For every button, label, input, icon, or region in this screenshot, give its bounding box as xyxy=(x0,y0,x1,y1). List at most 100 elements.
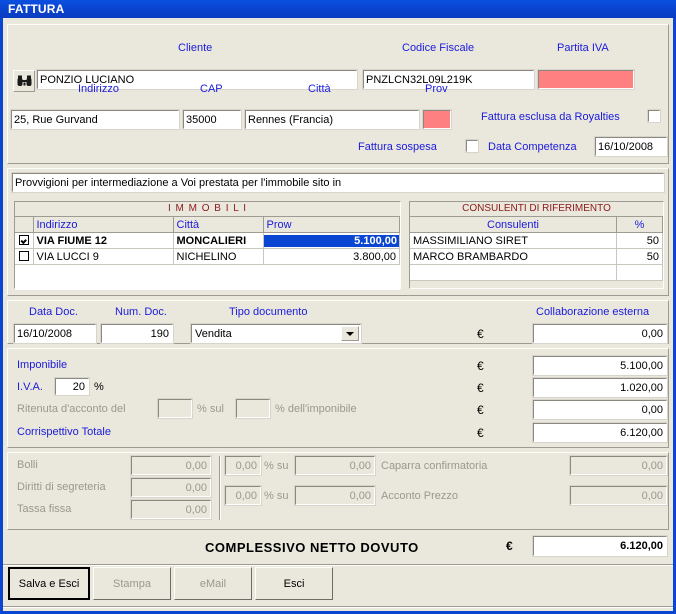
imponibile-currency: € xyxy=(477,359,484,373)
consulenti-grid-title: CONSULENTI DI RIFERIMENTO xyxy=(410,202,663,217)
immobili-cell-provv-selected: 5.100,00 xyxy=(263,234,399,247)
caparra-percent-input[interactable]: 0,00 xyxy=(224,455,262,476)
tipo-documento-select[interactable]: Vendita xyxy=(190,323,362,344)
ritenuta-label: Ritenuta d'acconto del xyxy=(17,403,126,415)
consulenti-cell-nome xyxy=(410,264,617,281)
num-doc-label: Num. Doc. xyxy=(115,306,167,318)
corrispettivo-currency: € xyxy=(477,426,484,440)
imponibile-value: 5.100,00 xyxy=(532,355,668,376)
acconto-label: Acconto Prezzo xyxy=(381,490,459,502)
print-button[interactable]: Stampa xyxy=(93,567,171,600)
bolli-label: Bolli xyxy=(17,459,38,471)
sospesa-label: Fattura sospesa xyxy=(358,141,437,153)
immobili-cell-indirizzo: VIA FIUME 12 xyxy=(33,232,174,249)
acconto-percent-input[interactable]: 0,00 xyxy=(224,485,262,506)
immobili-col-indirizzo: Indirizzo xyxy=(33,217,174,233)
consulenti-table: Consulenti % MASSIMILIANO SIRET 50 MARCO… xyxy=(410,217,663,281)
num-doc-input[interactable]: 190 xyxy=(100,323,174,344)
ritenuta-imponibile-label: % dell'imponibile xyxy=(275,403,357,415)
customer-search-button[interactable] xyxy=(13,70,35,92)
caparra-base-input[interactable]: 0,00 xyxy=(294,455,376,476)
indirizzo-label: Indirizzo xyxy=(78,83,119,95)
consulenti-cell-perc: 50 xyxy=(616,232,663,249)
exit-button[interactable]: Esci xyxy=(255,567,333,600)
ritenuta-rate-input[interactable] xyxy=(157,398,193,419)
prov-label: Prov xyxy=(425,83,448,95)
iva-rate-input[interactable]: 20 xyxy=(54,377,90,396)
binoculars-icon xyxy=(17,75,31,86)
collaborazione-currency: € xyxy=(477,327,484,341)
corrispettivo-value: 6.120,00 xyxy=(532,422,668,443)
immobili-cell-provv: 3.800,00 xyxy=(263,248,400,265)
immobili-col-provv: Prow xyxy=(263,217,400,233)
save-exit-button[interactable]: Salva e Esci xyxy=(8,567,90,600)
codice-fiscale-label: Codice Fiscale xyxy=(402,42,475,54)
partita-iva-input[interactable] xyxy=(537,69,635,90)
royalties-checkbox[interactable] xyxy=(647,109,661,123)
chevron-down-icon[interactable] xyxy=(341,326,359,341)
tassa-input[interactable]: 0,00 xyxy=(130,499,212,520)
consulenti-col-perc: % xyxy=(616,217,663,233)
immobili-row-checkbox[interactable] xyxy=(18,250,29,261)
acconto-su-label: % su xyxy=(264,490,289,502)
cliente-label: Cliente xyxy=(178,42,213,54)
table-row[interactable] xyxy=(410,264,663,281)
table-row[interactable]: VIA FIUME 12 MONCALIERI 5.100,00 xyxy=(15,232,400,249)
immobili-grid-title: I M M O B I L I xyxy=(15,202,400,217)
acconto-base-input[interactable]: 0,00 xyxy=(294,485,376,506)
save-exit-label: Salva e Esci xyxy=(18,577,80,590)
ritenuta-su-label: % sul xyxy=(197,403,224,415)
immobili-cell-indirizzo: VIA LUCCI 9 xyxy=(33,248,174,265)
consulenti-cell-nome: MASSIMILIANO SIRET xyxy=(410,232,617,249)
partita-iva-label: Partita IVA xyxy=(557,42,609,54)
grand-total-label: COMPLESSIVO NETTO DOVUTO xyxy=(205,540,419,555)
table-row[interactable]: MARCO BRAMBARDO 50 xyxy=(410,248,663,265)
consulenti-header-row: Consulenti % xyxy=(410,217,663,233)
iva-percent-sign: % xyxy=(94,381,104,393)
immobili-empty-row xyxy=(15,264,400,290)
grand-total-value: 6.120,00 xyxy=(532,535,668,557)
consulenti-cell-perc xyxy=(616,264,663,281)
immobili-cell-provv: 5.100,00 xyxy=(263,232,400,249)
tassa-label: Tassa fissa xyxy=(17,503,72,515)
acconto-value-input[interactable]: 0,00 xyxy=(569,485,668,506)
immobili-col-check xyxy=(15,217,34,233)
prov-input[interactable] xyxy=(422,109,452,130)
bolli-input[interactable]: 0,00 xyxy=(130,455,212,476)
exit-label: Esci xyxy=(283,577,305,590)
table-row[interactable]: VIA LUCCI 9 NICHELINO 3.800,00 xyxy=(15,248,400,265)
codice-fiscale-input[interactable]: PNZLCN32L09L219K xyxy=(362,69,535,90)
collaborazione-input[interactable]: 0,00 xyxy=(532,323,668,344)
data-doc-input[interactable]: 16/10/2008 xyxy=(13,323,97,344)
diritti-input[interactable]: 0,00 xyxy=(130,477,212,498)
corrispettivo-label: Corrispettivo Totale xyxy=(17,426,111,438)
citta-label: Città xyxy=(308,83,331,95)
description-input[interactable]: Provvigioni per intermediazione a Voi pr… xyxy=(11,172,665,193)
immobili-row-checkbox-cell[interactable] xyxy=(15,232,34,249)
immobili-header-row: Indirizzo Città Prow xyxy=(15,217,400,233)
ritenuta-base-input[interactable] xyxy=(235,398,271,419)
sospesa-checkbox[interactable] xyxy=(465,139,479,153)
window-client-area: Cliente PONZIO LUCIANO Codice Fiscale PN… xyxy=(3,18,673,611)
immobili-row-checkbox-cell[interactable] xyxy=(15,248,34,265)
caparra-value-input[interactable]: 0,00 xyxy=(569,455,668,476)
indirizzo-input[interactable]: 25, Rue Gurvand xyxy=(10,109,180,130)
cap-label: CAP xyxy=(200,83,223,95)
iva-value: 1.020,00 xyxy=(532,377,668,398)
immobili-row-checkbox[interactable] xyxy=(18,234,29,245)
email-label: eMail xyxy=(199,577,227,590)
consulenti-grid: CONSULENTI DI RIFERIMENTO Consulenti % M… xyxy=(409,201,664,289)
statusbar-divider-highlight xyxy=(3,607,673,608)
data-competenza-label: Data Competenza xyxy=(488,141,577,153)
cap-input[interactable]: 35000 xyxy=(182,109,242,130)
collaborazione-label: Collaborazione esterna xyxy=(536,306,650,318)
citta-input[interactable]: Rennes (Francia) xyxy=(244,109,420,130)
data-competenza-input[interactable]: 16/10/2008 xyxy=(594,136,668,157)
table-row[interactable]: MASSIMILIANO SIRET 50 xyxy=(410,232,663,249)
print-label: Stampa xyxy=(113,577,151,590)
email-button[interactable]: eMail xyxy=(174,567,252,600)
iva-currency: € xyxy=(477,381,484,395)
diritti-label: Diritti di segreteria xyxy=(17,481,106,493)
buttonbar-divider-highlight xyxy=(3,565,673,566)
royalties-label: Fattura esclusa da Royalties xyxy=(481,111,620,123)
